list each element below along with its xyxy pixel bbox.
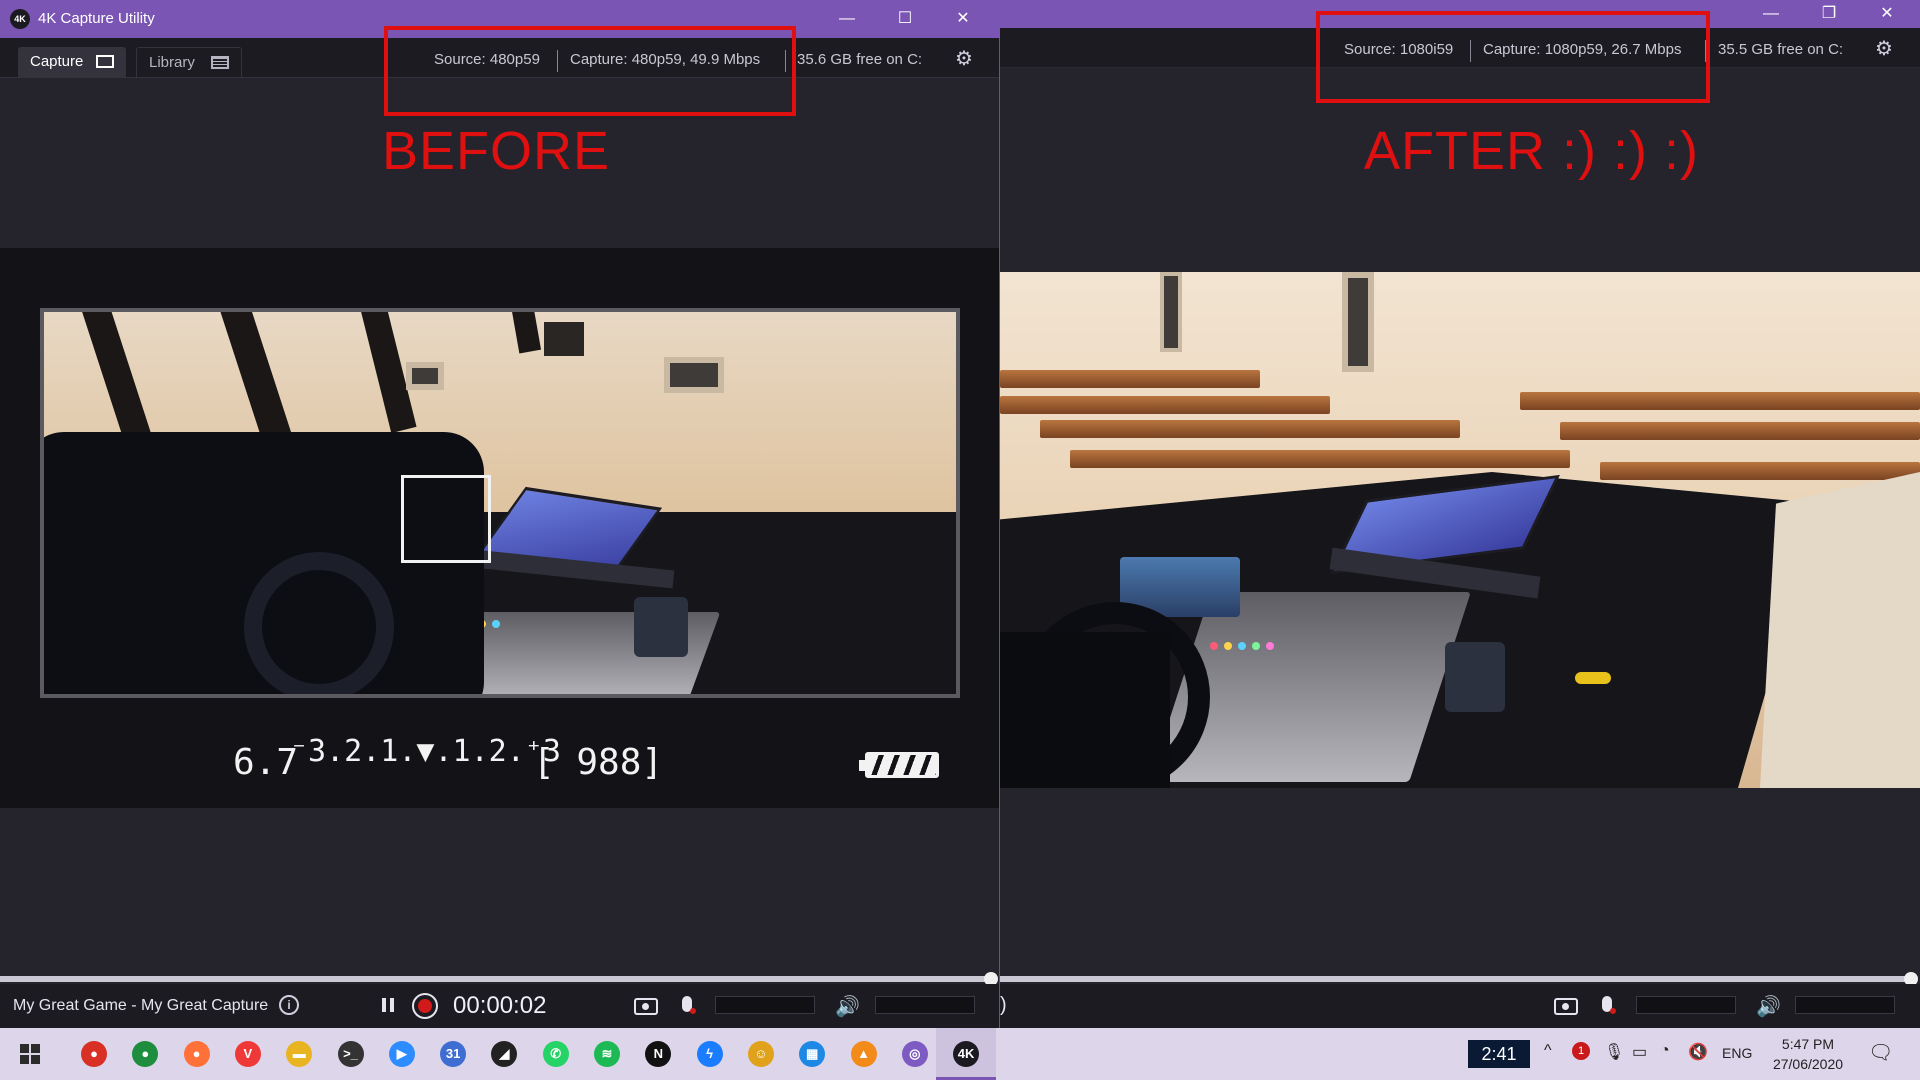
window-title: 4K Capture Utility [38,10,155,27]
settings-gear-icon[interactable]: ⚙ [1873,38,1895,60]
windows-logo-icon [20,1044,40,1064]
vivaldi-icon: V [234,1041,261,1067]
tab-capture[interactable]: Capture [18,47,126,77]
seek-bar[interactable] [1000,972,1918,986]
bee-icon: ☺ [747,1041,774,1067]
annotation-before: BEFORE [382,121,611,181]
settings-gear-icon[interactable]: ⚙ [953,48,975,70]
church-stage-image [1000,272,1920,788]
windows-store-icon: ▦ [799,1041,826,1067]
camera-viewfinder-image [40,308,960,698]
capture-footer: ) 🔊 [1000,984,1920,1028]
notification-badge[interactable]: 1 [1572,1042,1590,1060]
tab-capture-label: Capture [30,53,84,70]
whatsapp-icon: ✆ [542,1041,569,1067]
app-window-after: — ❐ ✕ Source: 1080i59 Capture: 1080p59, … [1000,0,1920,1028]
speaker-icon[interactable]: 🔊 [1756,994,1781,1019]
video-preview-after [1000,272,1920,788]
microphone-icon[interactable] [682,996,696,1014]
battery-tray-icon[interactable]: ▭ [1632,1042,1647,1062]
4k-capture-icon: 4K [953,1041,980,1067]
monitor-icon [96,55,114,68]
tab-library-label: Library [149,54,195,71]
orange-app-icon: ▲ [850,1041,877,1067]
file-explorer-icon: ▬ [286,1041,313,1067]
app-logo-icon: 4K [10,9,30,29]
minimize-button[interactable]: — [1742,0,1800,28]
clock-date: 27/06/2020 [1772,1056,1844,1072]
windows-taskbar: ● ● ● V ▬ >_ ▶ 31 ◢ ✆ ≋ Nϟ ☺ ▦ ▲ ◎ 4K 2:41 ^ 1 🎙 ▭ ◔ 🔇 E… [0,1028,1920,1080]
notion-icon: N [645,1041,672,1067]
close-button[interactable]: ✕ [934,0,992,38]
hud-exposure-value: 6.7 [233,742,299,783]
maximize-button[interactable]: ☐ [876,0,934,38]
wifi-icon[interactable]: ◔ [1660,1042,1670,1060]
language-indicator[interactable]: ENG [1722,1045,1752,1061]
chrome-alt-icon: ● [132,1041,159,1067]
sticky-notes-icon: ◢ [491,1041,518,1067]
volume-muted-icon[interactable]: 🔇 [1688,1042,1708,1062]
minimize-button[interactable]: — [818,0,876,38]
mic-level-meter [715,996,815,1014]
info-icon[interactable]: i [279,995,299,1015]
system-clock[interactable]: 5:47 PM 27/06/2020 [1768,1034,1848,1074]
recording-timer: 00:00:02 [453,992,547,1019]
screenshot-camera-icon[interactable] [634,998,658,1015]
microphone-tray-icon[interactable]: 🎙 [1604,1042,1624,1062]
screenshot-camera-icon[interactable] [1554,998,1578,1015]
tray-timer-widget[interactable]: 2:41 [1468,1040,1530,1068]
zoom-icon: ▶ [388,1041,415,1067]
action-center-icon[interactable]: 🗨 [1868,1040,1893,1065]
video-preview-before: 6.7 ⁻3.2.1.▼.1.2.⁺3 [ 988] [0,248,999,808]
speaker-icon[interactable]: 🔊 [835,994,860,1019]
terminal-icon: >_ [337,1041,364,1067]
firefox-icon: ● [183,1041,210,1067]
app-window-before: 4K 4K Capture Utility — ☐ ✕ Capture Libr… [0,0,1000,1028]
show-hidden-icons-chevron-icon[interactable]: ^ [1544,1042,1552,1060]
record-button[interactable] [412,993,438,1019]
screen: 4K 4K Capture Utility — ☐ ✕ Capture Libr… [0,0,1920,1080]
annotation-after: AFTER :) :) :) [1364,121,1699,181]
microphone-icon[interactable] [1602,996,1616,1014]
calendar-icon: 31 [440,1041,467,1067]
audio-level-meter [1795,996,1895,1014]
chrome-icon: ● [81,1041,107,1067]
seek-bar[interactable] [0,972,998,986]
spotify-icon: ≋ [594,1041,620,1067]
clock-time: 5:47 PM [1781,1036,1835,1052]
annotation-box-before [384,26,796,116]
capture-footer: My Great Game - My Great Capture i 00:00… [0,984,999,1028]
close-button[interactable]: ✕ [1858,0,1916,28]
start-button[interactable] [0,1028,60,1080]
hud-exposure-scale: ⁻3.2.1.▼.1.2.⁺3 [290,734,561,769]
disk-free-status: 35.6 GB free on C: [797,51,923,68]
grid-list-icon [211,56,229,69]
taskbar-button[interactable]: 4K [936,1028,997,1080]
disk-free-status: 35.5 GB free on C: [1718,41,1844,58]
capture-name-label[interactable]: My Great Game - My Great Capture [13,997,268,1015]
battery-icon [859,752,939,778]
audio-level-meter [875,996,975,1014]
pause-icon[interactable] [382,998,394,1012]
mic-level-meter [1636,996,1736,1014]
tab-library[interactable]: Library [136,47,242,77]
capture-name-cut: ) [1000,994,1007,1016]
purple-app-icon: ◎ [901,1041,928,1067]
messenger-icon: ϟ [696,1041,723,1067]
autofocus-frame [401,475,491,563]
hud-shots-remaining: [ 988] [533,742,664,783]
restore-button[interactable]: ❐ [1800,0,1858,28]
annotation-box-after [1316,11,1710,103]
